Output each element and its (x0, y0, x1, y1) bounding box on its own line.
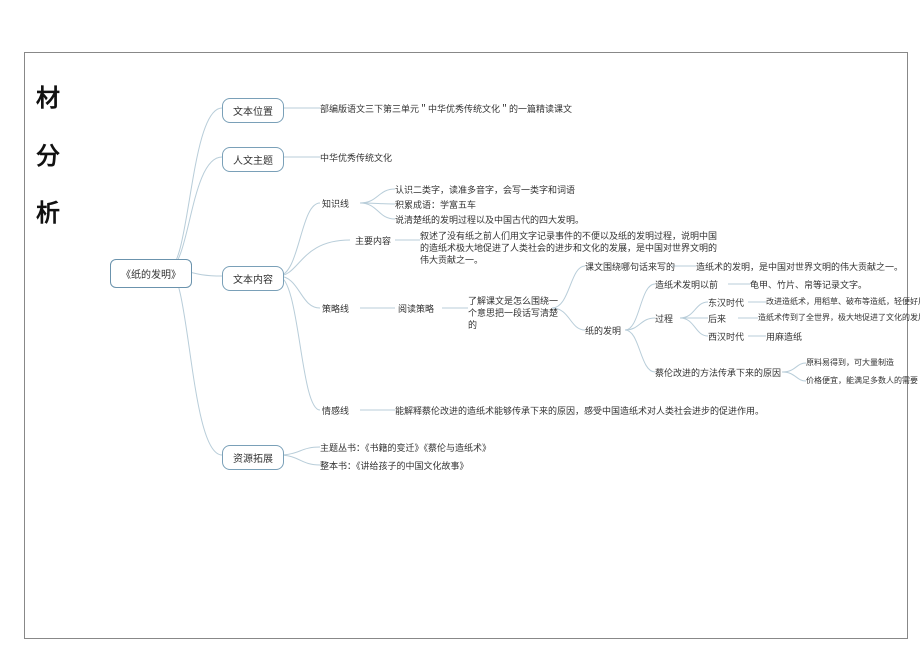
leaf-reason-1: 原料易得到，可大量制造 (806, 358, 894, 369)
mindmap: 《纸的发明》 文本位置 部编版语文三下第三单元＂中华优秀传统文化＂的一篇精读课文… (0, 0, 920, 651)
leaf-reason-2: 价格便宜，能满足多数人的需要 (806, 376, 918, 387)
leaf-knowledge-b: 积累成语：学富五车 (395, 199, 476, 211)
node-main-content: 主要内容 (355, 235, 391, 247)
leaf-emotion-line: 能解释蔡伦改进的造纸术能够传承下来的原因，感受中国造纸术对人类社会进步的促进作用… (395, 405, 764, 417)
leaf-knowledge-c: 说清楚纸的发明过程以及中国古代的四大发明。 (395, 214, 584, 226)
node-process: 过程 (655, 313, 673, 325)
node-west-han: 西汉时代 (708, 331, 744, 343)
node-cailun-reason: 蔡伦改进的方法传承下来的原因 (655, 367, 781, 379)
node-paper-invention: 纸的发明 (585, 325, 621, 337)
node-reading-strategy: 阅读策略 (398, 303, 434, 315)
node-text-content: 文本内容 (222, 266, 284, 291)
connector-lines (0, 0, 920, 651)
node-strategy-line: 策略线 (322, 303, 349, 315)
node-east-han: 东汉时代 (708, 297, 744, 309)
node-text-position: 文本位置 (222, 98, 284, 123)
leaf-later: 造纸术传到了全世界，极大地促进了文化的发展。 (758, 313, 920, 324)
leaf-resource-a: 主题丛书：《书籍的变迁》《蔡伦与造纸术》 (320, 442, 491, 454)
root-node: 《纸的发明》 (110, 259, 192, 288)
leaf-text-position: 部编版语文三下第三单元＂中华优秀传统文化＂的一篇精读课文 (320, 103, 572, 115)
node-later: 后来 (708, 313, 726, 325)
leaf-reading-strategy: 了解课文是怎么围绕一个意思把一段话写清楚的 (468, 295, 558, 331)
node-before-invention: 造纸术发明以前 (655, 279, 718, 291)
leaf-humanistic-theme: 中华优秀传统文化 (320, 152, 392, 164)
node-emotion-line: 情感线 (322, 405, 349, 417)
node-humanistic-theme: 人文主题 (222, 147, 284, 172)
leaf-west-han: 用麻造纸 (766, 331, 802, 343)
leaf-east-han: 改进造纸术，用稻草、破布等造纸，轻便好用。 (766, 297, 920, 308)
leaf-before-invention: 龟甲、竹片、帛等记录文字。 (750, 279, 867, 291)
node-resource-expansion: 资源拓展 (222, 445, 284, 470)
leaf-knowledge-a: 认识二类字，读准多音字，会写一类字和词语 (395, 184, 575, 196)
node-knowledge-line: 知识线 (322, 198, 349, 210)
leaf-resource-b: 整本书：《讲给孩子的中国文化故事》 (320, 460, 469, 472)
node-around-sentence: 课文围绕哪句话来写的 (585, 261, 675, 273)
leaf-around-sentence: 造纸术的发明，是中国对世界文明的伟大贡献之一。 (696, 261, 903, 273)
